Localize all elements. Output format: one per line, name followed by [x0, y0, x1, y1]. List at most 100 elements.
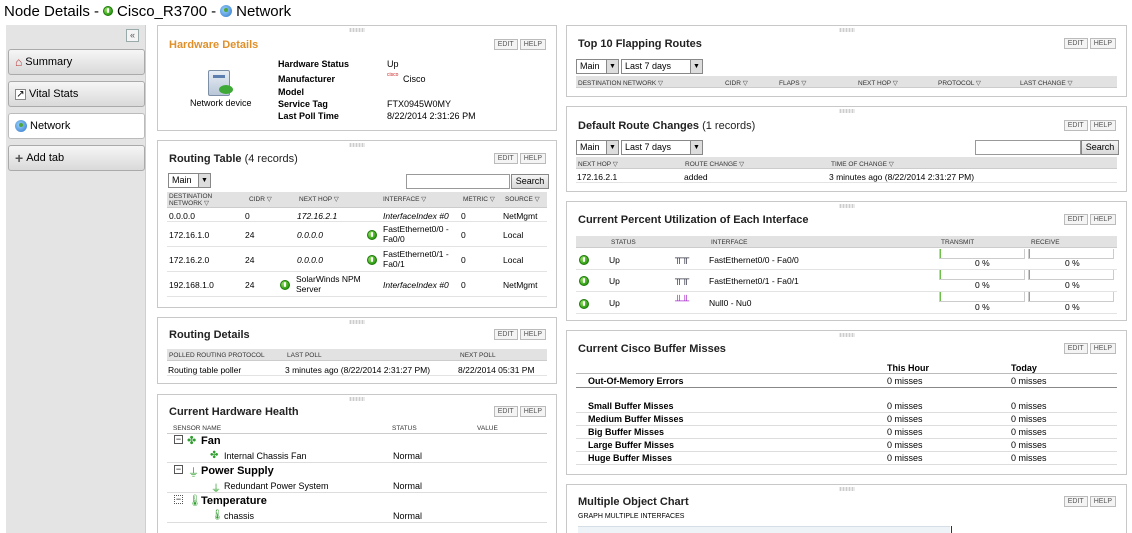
collapse-toggle[interactable]: − [174, 435, 183, 444]
cell-status: Up [609, 276, 620, 286]
status-up-icon [280, 280, 290, 290]
edit-button[interactable]: EDIT [1063, 214, 1088, 225]
help-button[interactable]: HELP [1089, 120, 1116, 131]
cell-interface[interactable]: FastEthernet0/0 - Fa0/0 [709, 255, 799, 265]
cell-transmit: 0 % [975, 302, 990, 312]
col-flaps[interactable]: FLAPS ▽ [779, 79, 806, 87]
col-protocol[interactable]: PROTOCOL ▽ [938, 79, 981, 87]
col-next-hop[interactable]: NEXT HOP ▽ [299, 195, 339, 203]
col-interface: INTERFACE [711, 239, 748, 246]
status-up-icon [579, 276, 589, 286]
col-interface[interactable]: INTERFACE ▽ [383, 195, 426, 203]
protocol-select[interactable]: Main ▼ [576, 59, 619, 74]
panel-title: Default Route Changes (1 records) [578, 120, 755, 132]
col-time[interactable]: TIME OF CHANGE ▽ [831, 160, 894, 168]
transmit-bar [939, 270, 1025, 280]
cell-source: Local [503, 255, 524, 265]
default-route-panel: Default Route Changes (1 records) EDIT H… [566, 106, 1127, 192]
col-today: Today [1011, 363, 1037, 373]
protocol-select[interactable]: Main ▼ [576, 140, 619, 155]
drag-handle[interactable] [838, 333, 855, 337]
tab-label: Network [30, 120, 71, 132]
manufacturer-value: Cisco [403, 74, 426, 84]
tab-vital-stats[interactable]: ↗ Vital Stats [8, 81, 145, 107]
chevron-down-icon: ▼ [606, 141, 618, 154]
help-button[interactable]: HELP [1089, 38, 1116, 49]
col-source[interactable]: SOURCE ▽ [505, 195, 540, 203]
cell-interface[interactable]: Null0 - Nu0 [709, 298, 752, 308]
drag-handle[interactable] [838, 28, 855, 32]
edit-button[interactable]: EDIT [1063, 496, 1088, 507]
sidebar: « ⌂ Summary ↗ Vital Stats Network + Add … [6, 25, 146, 533]
panel-title: Routing Table (4 records) [169, 153, 298, 165]
row-divider [576, 438, 1117, 439]
tab-network[interactable]: Network [8, 113, 145, 139]
edit-button[interactable]: EDIT [493, 329, 518, 340]
cell-interface[interactable]: FastEthernet0/1 - Fa0/1 [709, 276, 799, 286]
cell-dest: 172.16.1.0 [169, 230, 210, 240]
edit-button[interactable]: EDIT [1063, 343, 1088, 354]
house-icon: ⌂ [15, 55, 23, 69]
cell-interface[interactable]: FastEthernet0/0 - Fa0/0 [383, 224, 461, 244]
drag-handle[interactable] [349, 397, 365, 401]
col-next-hop[interactable]: NEXT HOP ▽ [578, 160, 618, 168]
cell-receive: 0 % [1065, 258, 1080, 268]
sensor-status: Normal [393, 481, 423, 491]
cell-next-hop[interactable]: SolarWinds NPM Server [296, 274, 366, 294]
help-button[interactable]: HELP [519, 39, 546, 50]
drag-handle[interactable] [838, 109, 855, 113]
collapse-toggle[interactable]: − [174, 495, 183, 504]
edit-button[interactable]: EDIT [493, 153, 518, 164]
cell-metric: 0 [461, 211, 466, 221]
protocol-select[interactable]: Main ▼ [168, 173, 211, 188]
search-input[interactable] [406, 174, 510, 189]
edit-button[interactable]: EDIT [493, 39, 518, 50]
col-dest[interactable]: DESTINATION NETWORK ▽ [169, 193, 219, 207]
panel-title: Routing Details [169, 329, 250, 341]
cell-transmit: 0 % [975, 258, 990, 268]
drag-handle[interactable] [838, 487, 855, 491]
period-select[interactable]: Last 7 days ▼ [621, 140, 703, 155]
fan-icon: ✤ [187, 435, 197, 447]
cell-interface[interactable]: FastEthernet0/1 - Fa0/1 [383, 249, 461, 269]
help-button[interactable]: HELP [1089, 496, 1116, 507]
help-button[interactable]: HELP [519, 153, 546, 164]
buffer-label: Small Buffer Misses [588, 401, 674, 411]
col-last-change[interactable]: LAST CHANGE ▽ [1020, 79, 1073, 87]
cell-source: NetMgmt [503, 211, 538, 221]
col-cidr[interactable]: CIDR ▽ [249, 195, 272, 203]
edit-button[interactable]: EDIT [493, 406, 518, 417]
col-next-hop[interactable]: NEXT HOP ▽ [858, 79, 898, 87]
drag-handle[interactable] [349, 28, 365, 32]
drag-handle[interactable] [349, 320, 365, 324]
status-up-icon [367, 230, 377, 240]
search-button[interactable]: Search [1081, 140, 1119, 155]
help-button[interactable]: HELP [1089, 343, 1116, 354]
edit-button[interactable]: EDIT [1063, 120, 1088, 131]
help-button[interactable]: HELP [519, 406, 546, 417]
search-input[interactable] [975, 140, 1081, 155]
col-dest[interactable]: DESTINATION NETWORK ▽ [578, 79, 663, 87]
buffer-label: Big Buffer Misses [588, 427, 665, 437]
node-name[interactable]: Cisco_R3700 [117, 3, 207, 20]
cisco-logo: cisco [387, 72, 399, 78]
col-cidr[interactable]: CIDR ▽ [725, 79, 748, 87]
col-route-change[interactable]: ROUTE CHANGE ▽ [685, 160, 744, 168]
edit-button[interactable]: EDIT [1063, 38, 1088, 49]
multi-object-chart-panel: Multiple Object Chart EDIT HELP GRAPH MU… [566, 484, 1127, 533]
drag-handle[interactable] [838, 204, 855, 208]
collapse-sidebar-button[interactable]: « [126, 29, 139, 42]
buffer-label: Huge Buffer Misses [588, 453, 673, 463]
cell-transmit: 0 % [975, 280, 990, 290]
collapse-toggle[interactable]: − [174, 465, 183, 474]
drag-handle[interactable] [349, 143, 365, 147]
help-button[interactable]: HELP [519, 329, 546, 340]
help-button[interactable]: HELP [1089, 214, 1116, 225]
thermometer-icon: 🌡 [188, 495, 202, 507]
interface-icon: ╥╥ [675, 274, 690, 285]
search-button[interactable]: Search [511, 174, 549, 189]
period-select[interactable]: Last 7 days ▼ [621, 59, 703, 74]
tab-add[interactable]: + Add tab [8, 145, 145, 171]
col-metric[interactable]: METRIC ▽ [463, 195, 495, 203]
tab-summary[interactable]: ⌂ Summary [8, 49, 145, 75]
